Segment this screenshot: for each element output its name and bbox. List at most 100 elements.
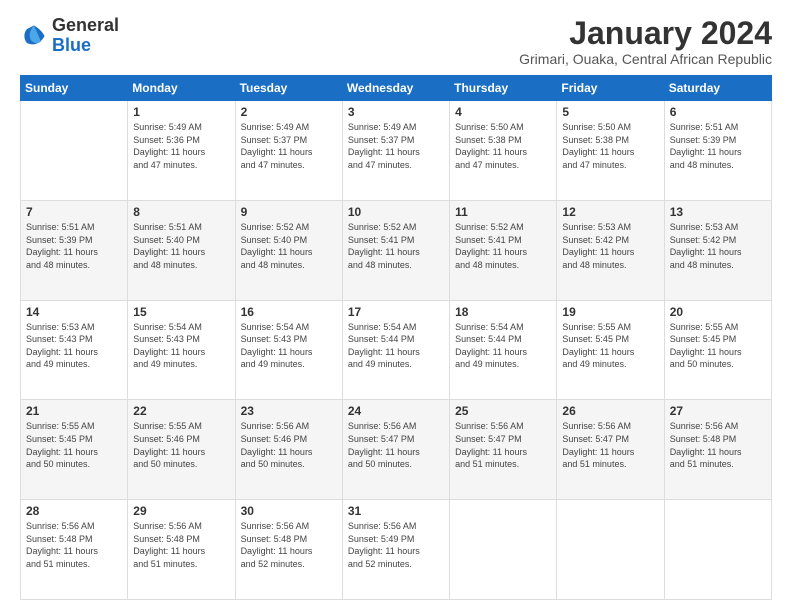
day-info: Sunrise: 5:56 AM Sunset: 5:47 PM Dayligh… bbox=[562, 420, 658, 470]
day-number: 17 bbox=[348, 305, 444, 319]
calendar-cell bbox=[21, 101, 128, 201]
day-info: Sunrise: 5:50 AM Sunset: 5:38 PM Dayligh… bbox=[562, 121, 658, 171]
week-row-2: 7 Sunrise: 5:51 AM Sunset: 5:39 PM Daylig… bbox=[21, 200, 772, 300]
calendar-cell: 15 Sunrise: 5:54 AM Sunset: 5:43 PM Dayli… bbox=[128, 300, 235, 400]
header-friday: Friday bbox=[557, 76, 664, 101]
day-number: 31 bbox=[348, 504, 444, 518]
day-info: Sunrise: 5:56 AM Sunset: 5:48 PM Dayligh… bbox=[133, 520, 229, 570]
day-number: 2 bbox=[241, 105, 337, 119]
day-info: Sunrise: 5:53 AM Sunset: 5:42 PM Dayligh… bbox=[562, 221, 658, 271]
day-info: Sunrise: 5:56 AM Sunset: 5:48 PM Dayligh… bbox=[241, 520, 337, 570]
week-row-5: 28Sunrise: 5:56 AM Sunset: 5:48 PM Dayli… bbox=[21, 500, 772, 600]
day-info: Sunrise: 5:49 AM Sunset: 5:36 PM Dayligh… bbox=[133, 121, 229, 171]
week-row-3: 14Sunrise: 5:53 AM Sunset: 5:43 PM Dayli… bbox=[21, 300, 772, 400]
week-row-4: 21Sunrise: 5:55 AM Sunset: 5:45 PM Dayli… bbox=[21, 400, 772, 500]
day-info: Sunrise: 5:56 AM Sunset: 5:47 PM Dayligh… bbox=[455, 420, 551, 470]
day-info: Sunrise: 5:49 AM Sunset: 5:37 PM Dayligh… bbox=[241, 121, 337, 171]
day-number: 6 bbox=[670, 105, 766, 119]
calendar-cell: 16 Sunrise: 5:54 AM Sunset: 5:43 PM Dayli… bbox=[235, 300, 342, 400]
day-info: Sunrise: 5:52 AM Sunset: 5:41 PM Dayligh… bbox=[348, 221, 444, 271]
day-info: Sunrise: 5:51 AM Sunset: 5:39 PM Dayligh… bbox=[670, 121, 766, 171]
calendar-cell: 8Sunrise: 5:51 AM Sunset: 5:40 PM Daylig… bbox=[128, 200, 235, 300]
day-info: Sunrise: 5:55 AM Sunset: 5:45 PM Dayligh… bbox=[670, 321, 766, 371]
calendar-cell: 27Sunrise: 5:56 AM Sunset: 5:48 PM Dayli… bbox=[664, 400, 771, 500]
day-number: 30 bbox=[241, 504, 337, 518]
calendar-cell: 13 Sunrise: 5:53 AM Sunset: 5:42 PM Dayli… bbox=[664, 200, 771, 300]
logo-text: General Blue bbox=[52, 16, 119, 56]
calendar-cell: 20 Sunrise: 5:55 AM Sunset: 5:45 PM Dayli… bbox=[664, 300, 771, 400]
day-number: 26 bbox=[562, 404, 658, 418]
calendar-cell: 3 Sunrise: 5:49 AM Sunset: 5:37 PM Daylig… bbox=[342, 101, 449, 201]
day-info: Sunrise: 5:56 AM Sunset: 5:49 PM Dayligh… bbox=[348, 520, 444, 570]
day-number: 5 bbox=[562, 105, 658, 119]
day-number: 29 bbox=[133, 504, 229, 518]
day-number: 15 bbox=[133, 305, 229, 319]
day-info: Sunrise: 5:54 AM Sunset: 5:44 PM Dayligh… bbox=[455, 321, 551, 371]
header-saturday: Saturday bbox=[664, 76, 771, 101]
logo-blue: Blue bbox=[52, 35, 91, 55]
calendar-cell: 6 Sunrise: 5:51 AM Sunset: 5:39 PM Daylig… bbox=[664, 101, 771, 201]
calendar-cell: 4 Sunrise: 5:50 AM Sunset: 5:38 PM Daylig… bbox=[450, 101, 557, 201]
calendar-cell: 7 Sunrise: 5:51 AM Sunset: 5:39 PM Daylig… bbox=[21, 200, 128, 300]
calendar-cell: 31 Sunrise: 5:56 AM Sunset: 5:49 PM Dayli… bbox=[342, 500, 449, 600]
calendar-cell: 5 Sunrise: 5:50 AM Sunset: 5:38 PM Daylig… bbox=[557, 101, 664, 201]
calendar-cell bbox=[557, 500, 664, 600]
day-number: 22 bbox=[133, 404, 229, 418]
calendar-cell: 19Sunrise: 5:55 AM Sunset: 5:45 PM Dayli… bbox=[557, 300, 664, 400]
day-info: Sunrise: 5:53 AM Sunset: 5:42 PM Dayligh… bbox=[670, 221, 766, 271]
calendar-cell: 28Sunrise: 5:56 AM Sunset: 5:48 PM Dayli… bbox=[21, 500, 128, 600]
calendar-cell: 10 Sunrise: 5:52 AM Sunset: 5:41 PM Dayli… bbox=[342, 200, 449, 300]
day-number: 3 bbox=[348, 105, 444, 119]
day-number: 12 bbox=[562, 205, 658, 219]
calendar-cell: 21Sunrise: 5:55 AM Sunset: 5:45 PM Dayli… bbox=[21, 400, 128, 500]
day-info: Sunrise: 5:50 AM Sunset: 5:38 PM Dayligh… bbox=[455, 121, 551, 171]
header: General Blue January 2024 Grimari, Ouaka… bbox=[20, 16, 772, 67]
day-info: Sunrise: 5:56 AM Sunset: 5:46 PM Dayligh… bbox=[241, 420, 337, 470]
calendar-cell: 23 Sunrise: 5:56 AM Sunset: 5:46 PM Dayli… bbox=[235, 400, 342, 500]
logo: General Blue bbox=[20, 16, 119, 56]
calendar-cell: 11Sunrise: 5:52 AM Sunset: 5:41 PM Dayli… bbox=[450, 200, 557, 300]
calendar-cell: 2 Sunrise: 5:49 AM Sunset: 5:37 PM Daylig… bbox=[235, 101, 342, 201]
day-number: 16 bbox=[241, 305, 337, 319]
day-number: 8 bbox=[133, 205, 229, 219]
header-monday: Monday bbox=[128, 76, 235, 101]
day-number: 7 bbox=[26, 205, 122, 219]
weekday-header-row: Sunday Monday Tuesday Wednesday Thursday… bbox=[21, 76, 772, 101]
day-number: 20 bbox=[670, 305, 766, 319]
day-info: Sunrise: 5:56 AM Sunset: 5:47 PM Dayligh… bbox=[348, 420, 444, 470]
page: General Blue January 2024 Grimari, Ouaka… bbox=[0, 0, 792, 612]
day-info: Sunrise: 5:55 AM Sunset: 5:46 PM Dayligh… bbox=[133, 420, 229, 470]
day-number: 13 bbox=[670, 205, 766, 219]
header-tuesday: Tuesday bbox=[235, 76, 342, 101]
day-info: Sunrise: 5:49 AM Sunset: 5:37 PM Dayligh… bbox=[348, 121, 444, 171]
logo-general: General bbox=[52, 15, 119, 35]
calendar-cell: 17Sunrise: 5:54 AM Sunset: 5:44 PM Dayli… bbox=[342, 300, 449, 400]
day-number: 4 bbox=[455, 105, 551, 119]
header-sunday: Sunday bbox=[21, 76, 128, 101]
day-number: 9 bbox=[241, 205, 337, 219]
header-thursday: Thursday bbox=[450, 76, 557, 101]
title-block: January 2024 Grimari, Ouaka, Central Afr… bbox=[519, 16, 772, 67]
day-number: 10 bbox=[348, 205, 444, 219]
calendar-cell: 29 Sunrise: 5:56 AM Sunset: 5:48 PM Dayli… bbox=[128, 500, 235, 600]
day-info: Sunrise: 5:56 AM Sunset: 5:48 PM Dayligh… bbox=[670, 420, 766, 470]
day-number: 25 bbox=[455, 404, 551, 418]
day-info: Sunrise: 5:55 AM Sunset: 5:45 PM Dayligh… bbox=[562, 321, 658, 371]
calendar-cell: 9Sunrise: 5:52 AM Sunset: 5:40 PM Daylig… bbox=[235, 200, 342, 300]
day-number: 23 bbox=[241, 404, 337, 418]
day-info: Sunrise: 5:55 AM Sunset: 5:45 PM Dayligh… bbox=[26, 420, 122, 470]
calendar: Sunday Monday Tuesday Wednesday Thursday… bbox=[20, 75, 772, 600]
location: Grimari, Ouaka, Central African Republic bbox=[519, 51, 772, 67]
day-info: Sunrise: 5:54 AM Sunset: 5:43 PM Dayligh… bbox=[241, 321, 337, 371]
day-info: Sunrise: 5:51 AM Sunset: 5:39 PM Dayligh… bbox=[26, 221, 122, 271]
day-info: Sunrise: 5:54 AM Sunset: 5:43 PM Dayligh… bbox=[133, 321, 229, 371]
calendar-cell: 1 Sunrise: 5:49 AM Sunset: 5:36 PM Daylig… bbox=[128, 101, 235, 201]
calendar-cell bbox=[664, 500, 771, 600]
day-number: 24 bbox=[348, 404, 444, 418]
day-number: 11 bbox=[455, 205, 551, 219]
calendar-cell: 26 Sunrise: 5:56 AM Sunset: 5:47 PM Dayli… bbox=[557, 400, 664, 500]
calendar-cell: 30 Sunrise: 5:56 AM Sunset: 5:48 PM Dayli… bbox=[235, 500, 342, 600]
calendar-cell: 12 Sunrise: 5:53 AM Sunset: 5:42 PM Dayli… bbox=[557, 200, 664, 300]
day-number: 1 bbox=[133, 105, 229, 119]
week-row-1: 1 Sunrise: 5:49 AM Sunset: 5:36 PM Daylig… bbox=[21, 101, 772, 201]
